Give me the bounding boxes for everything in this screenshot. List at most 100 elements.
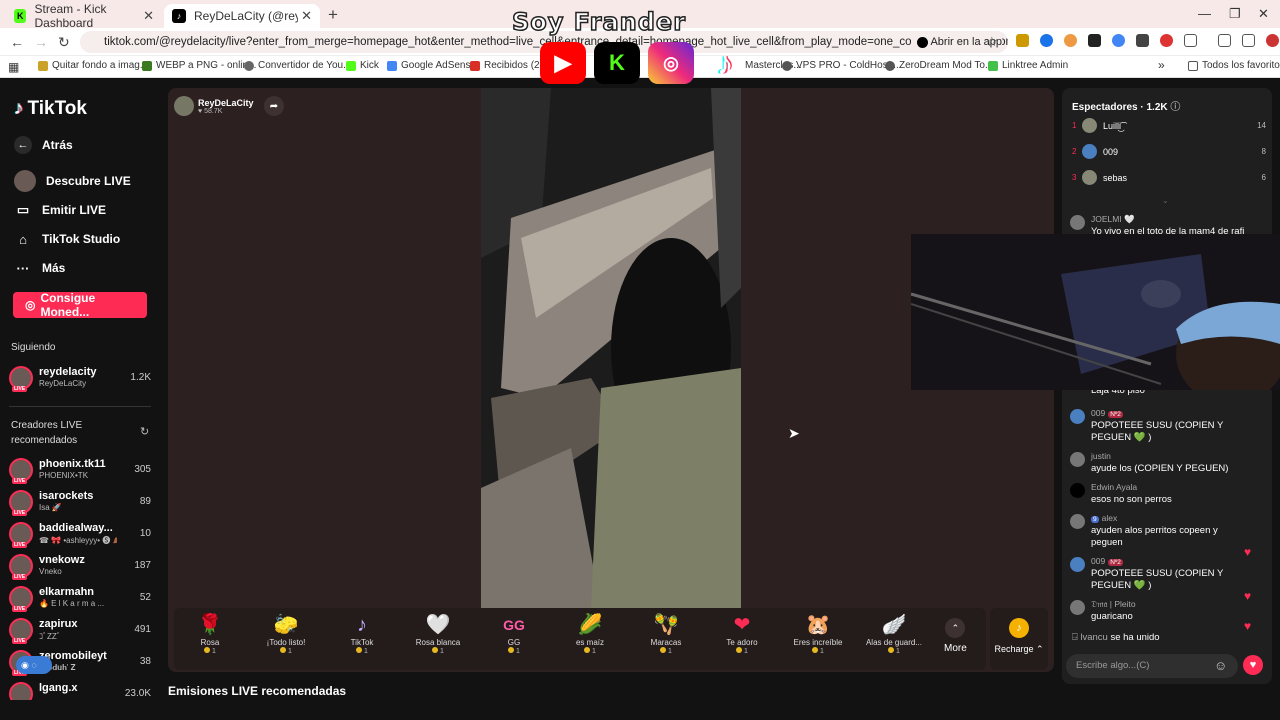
- star-icon[interactable]: ☆: [986, 34, 998, 50]
- tiktok-icon: ♪: [14, 98, 24, 119]
- sidepanel-icon[interactable]: [1218, 34, 1231, 47]
- gift-item[interactable]: ❤ Te adoro 1: [706, 612, 778, 655]
- viewers-header: Espectadores · 1.2K ⓘ: [1072, 102, 1181, 113]
- heart-icon: ♥: [1244, 589, 1252, 603]
- tab-title: Stream - Kick Dashboard: [34, 2, 107, 30]
- coin-icon: ◎: [25, 298, 36, 312]
- send-heart-button[interactable]: ♥: [1243, 655, 1263, 675]
- host-info[interactable]: ReyDeLaCity ♥ 58.7K: [174, 96, 254, 116]
- bookmark[interactable]: Quitar fondo a imag...: [38, 60, 148, 71]
- recommended-creator[interactable]: LIVE elkarmahn 🔥 E l K a r m a ... 52: [9, 584, 151, 612]
- restore-button[interactable]: ❐: [1229, 6, 1241, 22]
- video-stream[interactable]: [481, 88, 741, 608]
- chat-input[interactable]: Escribe algo...(C): [1066, 654, 1238, 678]
- kick-icon: K: [14, 9, 27, 23]
- avatar: [1070, 215, 1085, 230]
- puzzle-icon[interactable]: [1184, 34, 1197, 47]
- extension-icon[interactable]: [1112, 34, 1125, 47]
- recommended-creator[interactable]: LIVE vnekowz Vneko 187: [9, 552, 151, 580]
- gift-item[interactable]: ♪ TikTok 1: [326, 612, 398, 655]
- refresh-icon[interactable]: ↻: [140, 425, 149, 438]
- avatar: [1070, 483, 1085, 498]
- nav-more[interactable]: ··· Más: [14, 259, 66, 277]
- extension-icon[interactable]: [1016, 34, 1029, 47]
- chevron-down-icon[interactable]: ⌄: [1162, 196, 1169, 205]
- host-likes: ♥ 58.7K: [198, 107, 223, 115]
- close-icon[interactable]: ✕: [301, 8, 312, 24]
- download-icon[interactable]: [1242, 34, 1255, 47]
- gift-item[interactable]: 🌹 Rosa 1: [174, 612, 246, 655]
- emoji-icon[interactable]: ☺: [1214, 658, 1227, 673]
- avatar: [1070, 514, 1085, 529]
- minimize-button[interactable]: —: [1198, 6, 1211, 21]
- avatar: [1070, 557, 1085, 572]
- top-viewer[interactable]: 3 sebas 6: [1072, 170, 1266, 188]
- extension-icon[interactable]: [1040, 34, 1053, 47]
- bookmark[interactable]: WEBP a PNG - onlin...: [142, 60, 256, 71]
- avatar: [1070, 600, 1085, 615]
- bookmark[interactable]: ZeroDream Mod To...: [885, 60, 993, 71]
- adblock-icon[interactable]: [1160, 34, 1173, 47]
- live-avatar-icon: [14, 170, 36, 192]
- more-gifts-button[interactable]: ⌃ More: [944, 618, 967, 654]
- bookmark[interactable]: VPS PRO - ColdHost...: [782, 60, 899, 71]
- top-viewer[interactable]: 2 009 8: [1072, 144, 1266, 162]
- recommended-creator[interactable]: LIVE phoenix.tk11 PHOENIX•TK 305: [9, 456, 151, 484]
- get-coins-button[interactable]: ◎ Consigue Moned...: [13, 291, 147, 319]
- following-creator[interactable]: LIVE reydelacity ReyDeLaCity 1.2K: [9, 364, 151, 392]
- extension-icon[interactable]: [1064, 34, 1077, 47]
- extension-icon[interactable]: [1088, 34, 1101, 47]
- webcam-frame: [911, 234, 1280, 390]
- close-icon[interactable]: ✕: [143, 8, 154, 24]
- back-icon[interactable]: ←: [10, 34, 24, 50]
- heart-icon: ♥: [1244, 545, 1252, 559]
- apps-grid-icon[interactable]: ▦: [8, 60, 19, 74]
- bookmark[interactable]: Google AdSense: [387, 60, 476, 71]
- video-frame: [481, 88, 741, 608]
- browser-tab-kick[interactable]: K Stream - Kick Dashboard ✕: [6, 2, 162, 30]
- share-icon[interactable]: ➦: [264, 96, 284, 116]
- bookmark[interactable]: Convertidor de You...: [244, 60, 351, 71]
- new-tab-button[interactable]: +: [328, 5, 338, 25]
- window-close-button[interactable]: ✕: [1258, 6, 1269, 22]
- gift-item[interactable]: 🌽 es maíz 1: [554, 612, 626, 655]
- avatar: [174, 96, 194, 116]
- recommended-creator[interactable]: lgang.x 23.0K: [9, 680, 151, 700]
- top-viewer[interactable]: 1 Luilli͜͡ 14: [1072, 118, 1266, 136]
- overlay-title: Soy Frander: [511, 7, 687, 37]
- tiktok-icon: ♪: [717, 44, 733, 81]
- avatar: [1070, 409, 1085, 424]
- nav-studio[interactable]: ⌂ TikTok Studio: [14, 230, 120, 248]
- chevron-right-icon[interactable]: »: [1158, 58, 1165, 72]
- nav-back[interactable]: ← Atrás: [14, 136, 73, 154]
- forward-icon[interactable]: →: [34, 34, 48, 50]
- gift-item[interactable]: 🧽 ¡Todo listo! 1: [250, 612, 322, 655]
- extension-icon[interactable]: [1136, 34, 1149, 47]
- nav-discover-live[interactable]: Descubre LIVE: [14, 170, 131, 192]
- avatar: [1070, 452, 1085, 467]
- recommended-creator[interactable]: LIVE isarockets Isa 🚀 89: [9, 488, 151, 516]
- gift-item[interactable]: GG GG 1: [478, 612, 550, 655]
- heart-icon: ♥: [1244, 619, 1252, 633]
- floating-widget-icon[interactable]: ◉ ◌: [16, 656, 52, 674]
- profile-avatar[interactable]: [1266, 34, 1279, 47]
- extensions-bar: ⋮: [1016, 34, 1280, 47]
- following-title: Siguiendo: [11, 342, 56, 353]
- recharge-button[interactable]: ♪ Recharge ⌃: [990, 608, 1048, 670]
- tiktok-logo[interactable]: ♪ TikTok: [14, 98, 87, 120]
- bookmark[interactable]: Kick: [346, 60, 379, 71]
- reload-icon[interactable]: ↻: [58, 34, 70, 51]
- gift-item[interactable]: 🤍 Rosa blanca 1: [402, 612, 474, 655]
- nav-go-live[interactable]: ▭ Emitir LIVE: [14, 201, 106, 219]
- tiktok-icon: ♪: [172, 9, 186, 23]
- gift-item[interactable]: 🪽 Alas de guard... 1: [858, 612, 930, 655]
- all-bookmarks[interactable]: Todos los favoritos: [1188, 60, 1280, 71]
- recommended-creator[interactable]: LIVE baddiealway... ☎ 🎀 •ashleyyy• 🅢 🍂 10: [9, 520, 151, 548]
- streamer-webcam: [911, 234, 1280, 390]
- recommended-creator[interactable]: LIVE zapirux ｺﾞZZﾞ 491: [9, 616, 151, 644]
- recommended-title: Creadores LIVE recomendados: [11, 420, 83, 446]
- bookmark[interactable]: Linktree Admin: [988, 60, 1068, 71]
- browser-tab-tiktok[interactable]: ♪ ReyDeLaCity (@reydelacity) ✕: [164, 4, 320, 28]
- gift-item[interactable]: 🐹 Eres increíble 1: [782, 612, 854, 655]
- gift-item[interactable]: 🪇 Maracas 1: [630, 612, 702, 655]
